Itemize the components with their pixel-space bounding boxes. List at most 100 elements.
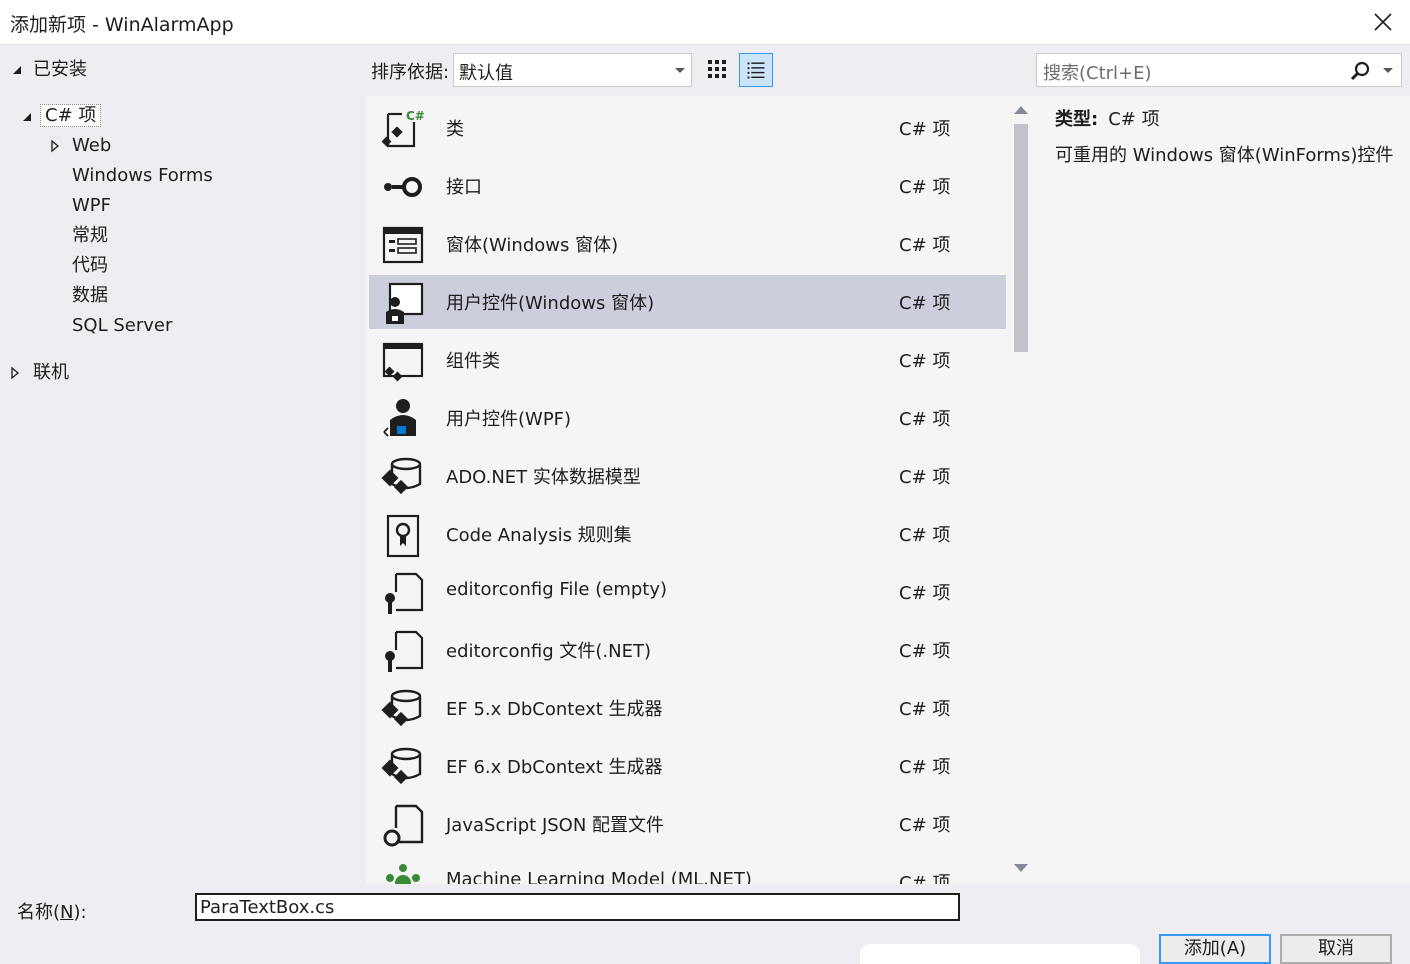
- item-type: C# 项: [899, 641, 951, 662]
- class-icon: C#: [381, 109, 425, 148]
- list-item[interactable]: Code Analysis 规则集 C# 项: [369, 507, 1006, 561]
- tree-label-installed: 已安装: [33, 59, 87, 80]
- collapsed-arrow-icon[interactable]: [8, 359, 24, 387]
- category-tree: 已安装 C# 项 Web Windows Forms WPF 常规 代码 数据 …: [0, 46, 366, 884]
- ruleset-icon: [386, 514, 420, 558]
- entity-model-icon: [381, 457, 422, 495]
- scroll-down-icon[interactable]: [1014, 864, 1028, 872]
- cancel-button[interactable]: 取消: [1280, 934, 1392, 964]
- item-name: 类: [446, 119, 464, 140]
- list-item[interactable]: 接口 C# 项: [369, 159, 1006, 213]
- item-name: Code Analysis 规则集: [446, 525, 632, 546]
- tree-node-installed[interactable]: 已安装: [10, 56, 87, 84]
- close-icon[interactable]: [1370, 9, 1396, 35]
- name-field[interactable]: [195, 893, 960, 921]
- sort-dropdown[interactable]: 默认值: [453, 53, 692, 87]
- item-name: 接口: [446, 177, 482, 198]
- window-title: 添加新项 - WinAlarmApp: [10, 14, 234, 36]
- list-item-selected[interactable]: 用户控件(Windows 窗体) C# 项: [369, 275, 1006, 329]
- list-scrollbar[interactable]: [1008, 96, 1034, 884]
- tree-node-windows-forms[interactable]: Windows Forms: [72, 162, 213, 190]
- search-icon[interactable]: [1349, 60, 1371, 82]
- grid-view-icon[interactable]: [700, 53, 734, 87]
- details-description: 可重用的 Windows 窗体(WinForms)控件: [1055, 145, 1394, 166]
- component-class-icon: [382, 342, 424, 382]
- item-type: C# 项: [899, 873, 951, 884]
- tree-node-code[interactable]: 代码: [72, 252, 108, 280]
- item-type: C# 项: [899, 351, 951, 372]
- name-label-mnemonic: N: [60, 902, 74, 923]
- item-type: C# 项: [899, 583, 951, 604]
- list-item[interactable]: C# 类 C# 项: [369, 101, 1006, 155]
- item-type: C# 项: [899, 699, 951, 720]
- item-type: C# 项: [899, 119, 951, 140]
- chevron-down-icon[interactable]: [1383, 68, 1393, 73]
- tree-node-online[interactable]: 联机: [8, 359, 69, 387]
- search-input[interactable]: 搜索(Ctrl+E): [1036, 53, 1402, 87]
- item-name: 窗体(Windows 窗体): [446, 235, 619, 256]
- item-name: editorconfig File (empty): [446, 579, 668, 600]
- tree-node-web[interactable]: Web: [48, 132, 111, 160]
- name-label-text: 名称(: [17, 902, 61, 923]
- collapsed-arrow-icon[interactable]: [48, 132, 64, 160]
- list-item[interactable]: ADO.NET 实体数据模型 C# 项: [369, 449, 1006, 503]
- details-type-value: C# 项: [1108, 109, 1160, 130]
- list-item[interactable]: editorconfig File (empty) C# 项: [369, 565, 1006, 619]
- wpf-user-control-icon: [383, 399, 416, 437]
- details-type-label: 类型:: [1055, 109, 1099, 130]
- item-name: 用户控件(WPF): [446, 409, 572, 430]
- item-type: C# 项: [899, 467, 951, 488]
- tree-node-data[interactable]: 数据: [72, 282, 108, 310]
- details-pane: 类型: C# 项 可重用的 Windows 窗体(WinForms)控件: [1036, 96, 1410, 884]
- list-item[interactable]: 组件类 C# 项: [369, 333, 1006, 387]
- chevron-down-icon: [675, 68, 685, 73]
- expanded-arrow-icon[interactable]: [20, 102, 36, 130]
- details-type: 类型: C# 项: [1055, 105, 1160, 131]
- editorconfig-icon: [385, 572, 424, 614]
- item-type: C# 项: [899, 235, 951, 256]
- name-label: 名称(N):: [17, 898, 87, 924]
- title-bar: 添加新项 - WinAlarmApp: [0, 0, 1410, 45]
- search-placeholder: 搜索(Ctrl+E): [1043, 63, 1152, 84]
- add-button[interactable]: 添加(A): [1159, 934, 1271, 964]
- item-name: EF 6.x DbContext 生成器: [446, 757, 663, 778]
- item-type: C# 项: [899, 757, 951, 778]
- tree-node-csharp[interactable]: C# 项: [20, 102, 102, 130]
- tree-node-general[interactable]: 常规: [72, 222, 108, 250]
- scroll-thumb[interactable]: [1014, 124, 1028, 352]
- sort-label: 排序依据:: [371, 62, 450, 83]
- item-type: C# 项: [899, 409, 951, 430]
- json-config-icon: [383, 804, 424, 847]
- list-item[interactable]: JavaScript JSON 配置文件 C# 项: [369, 797, 1006, 851]
- list-item[interactable]: Machine Learning Model (ML.NET) C# 项: [369, 855, 1006, 884]
- list-item[interactable]: EF 5.x DbContext 生成器 C# 项: [369, 681, 1006, 735]
- tree-node-sql-server[interactable]: SQL Server: [72, 312, 172, 340]
- editorconfig-icon: [385, 630, 424, 672]
- tree-label-online: 联机: [33, 362, 69, 383]
- list-item[interactable]: editorconfig 文件(.NET) C# 项: [369, 623, 1006, 677]
- list-item[interactable]: 窗体(Windows 窗体) C# 项: [369, 217, 1006, 271]
- user-control-icon: [386, 282, 424, 324]
- sort-value: 默认值: [459, 63, 513, 84]
- list-item[interactable]: EF 6.x DbContext 生成器 C# 项: [369, 739, 1006, 793]
- interface-icon: [384, 177, 422, 197]
- tree-label-web: Web: [72, 135, 112, 156]
- expanded-arrow-icon[interactable]: [10, 56, 26, 84]
- template-list: C# 类 C# 项 接口 C# 项 窗体(Windows 窗体) C# 项 用户…: [366, 96, 1036, 884]
- scroll-up-icon[interactable]: [1014, 106, 1028, 114]
- list-view-icon[interactable]: [739, 53, 773, 87]
- windows-form-icon: [382, 226, 424, 264]
- item-type: C# 项: [899, 525, 951, 546]
- tree-label-csharp: C# 项: [40, 104, 102, 127]
- tree-node-wpf[interactable]: WPF: [72, 192, 111, 220]
- item-name: 组件类: [446, 351, 500, 372]
- item-name: EF 5.x DbContext 生成器: [446, 699, 663, 720]
- item-type: C# 项: [899, 177, 951, 198]
- item-name: Machine Learning Model (ML.NET): [446, 869, 752, 884]
- bottom-bar: 名称(N): 添加(A) 取消: [0, 884, 1410, 964]
- list-item[interactable]: 用户控件(WPF) C# 项: [369, 391, 1006, 445]
- item-type: C# 项: [899, 815, 951, 836]
- ef-generator-icon: [381, 689, 422, 727]
- name-label-end: ):: [73, 902, 87, 923]
- ef-generator-icon: [381, 747, 422, 785]
